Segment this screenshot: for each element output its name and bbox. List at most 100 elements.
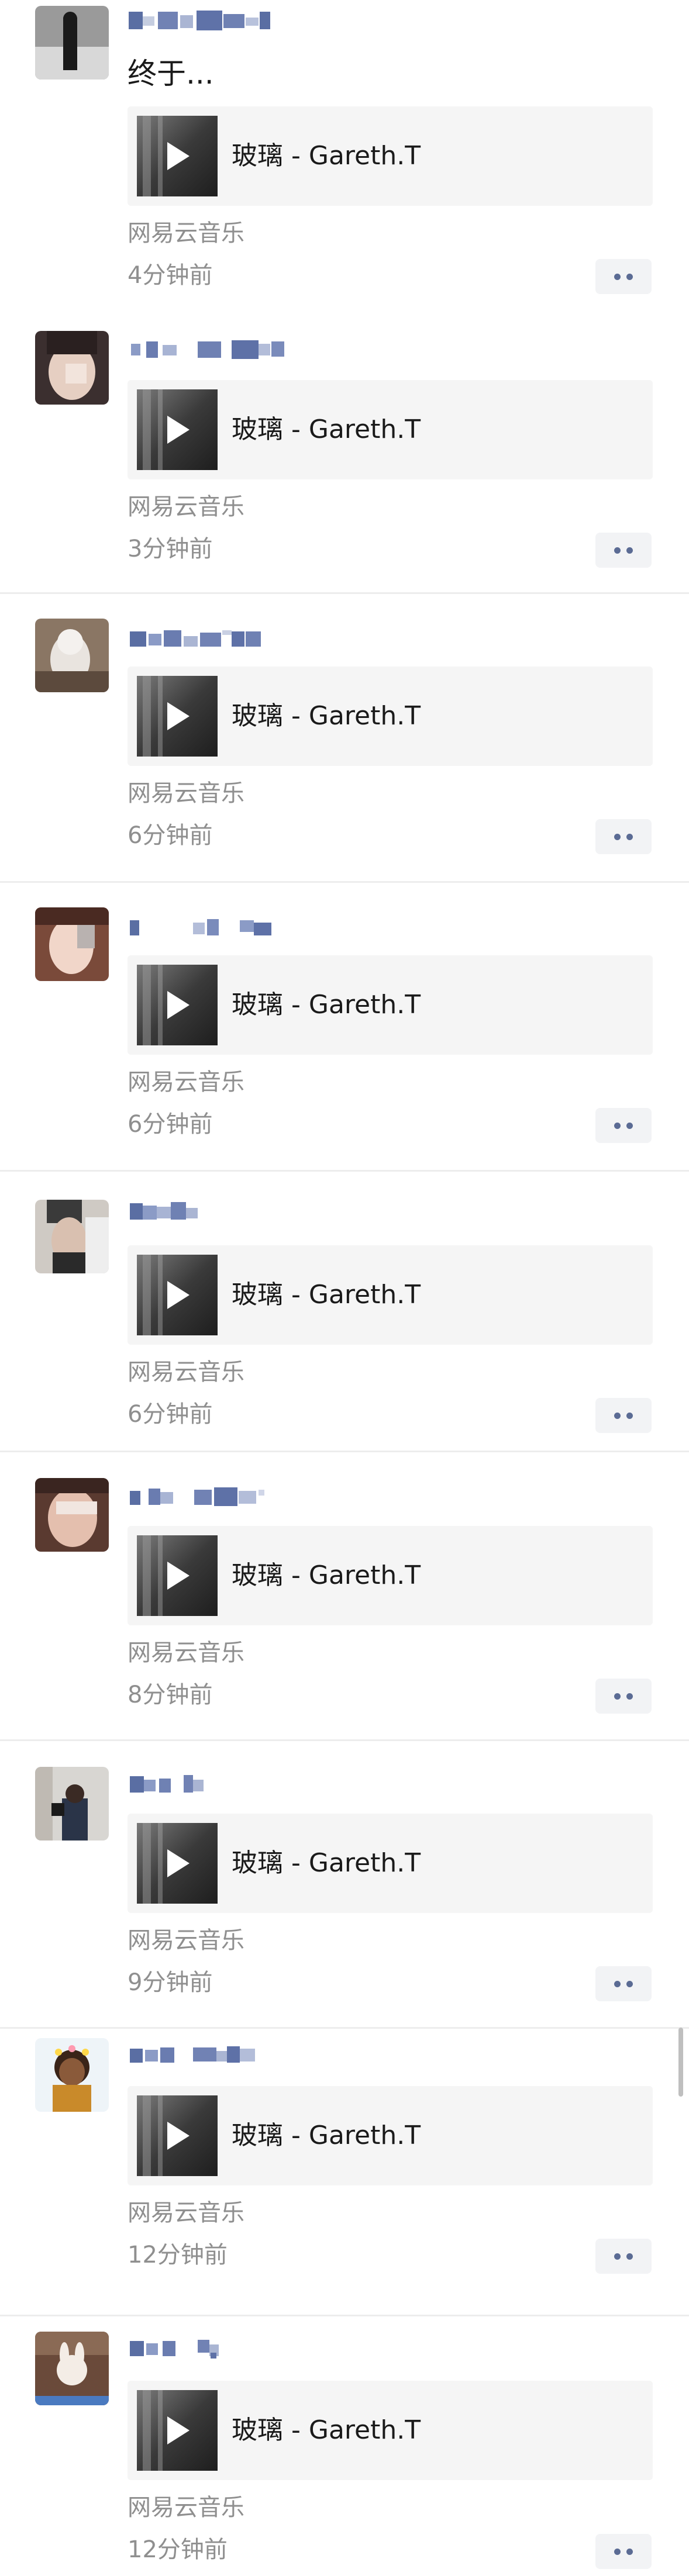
more-options-icon [626,2253,633,2260]
more-options-icon [626,1693,633,1700]
song-title: 玻璃 - Gareth.T [232,1280,421,1310]
timestamp: 6分钟前 [128,1111,213,1138]
play-icon[interactable] [167,416,190,444]
more-options-icon [626,2549,633,2555]
timestamp: 6分钟前 [128,822,213,849]
moment-post: 玻璃 - Gareth.T 网易云音乐 9分钟前 [0,1741,689,2029]
music-card[interactable]: 玻璃 - Gareth.T [128,106,653,206]
timestamp: 12分钟前 [128,2242,228,2268]
song-title: 玻璃 - Gareth.T [232,2415,421,2445]
more-options-icon [614,2253,621,2260]
more-options-icon [614,2549,621,2555]
more-options-button[interactable] [595,1679,652,1714]
more-options-button[interactable] [595,2534,652,2569]
timestamp: 9分钟前 [128,1969,213,1996]
username-blurred[interactable] [129,8,304,34]
avatar[interactable] [35,1200,109,1273]
avatar[interactable] [35,1478,109,1552]
album-cover [137,676,218,757]
avatar[interactable] [35,6,109,80]
more-options-button[interactable] [595,1398,652,1433]
post-text: 终于... [128,57,214,91]
music-card[interactable]: 玻璃 - Gareth.T [128,2381,653,2480]
username-blurred[interactable] [129,626,304,651]
more-options-icon [626,1413,633,1419]
avatar[interactable] [35,2038,109,2112]
source-label[interactable]: 网易云音乐 [128,1638,244,1667]
source-label[interactable]: 网易云音乐 [128,2493,244,2522]
timestamp: 4分钟前 [128,262,213,289]
play-icon[interactable] [167,1849,190,1877]
song-title: 玻璃 - Gareth.T [232,990,421,1020]
avatar[interactable] [35,1767,109,1841]
music-card[interactable]: 玻璃 - Gareth.T [128,955,653,1055]
music-card[interactable]: 玻璃 - Gareth.T [128,667,653,766]
music-card[interactable]: 玻璃 - Gareth.T [128,1814,653,1913]
song-title: 玻璃 - Gareth.T [232,415,421,444]
avatar[interactable] [35,331,109,405]
play-icon[interactable] [167,991,190,1019]
scrollbar[interactable] [678,2028,683,2097]
album-cover [137,116,218,196]
more-options-icon [626,274,633,280]
username-blurred[interactable] [129,1199,304,1224]
more-options-icon [614,547,621,554]
album-cover [137,2095,218,2176]
more-options-button[interactable] [595,819,652,854]
more-options-icon [626,1981,633,1987]
music-card[interactable]: 玻璃 - Gareth.T [128,1526,653,1625]
play-icon[interactable] [167,142,190,170]
moment-post: 终于... 玻璃 - Gareth.T 网易云音乐 4分钟前 [0,0,689,304]
play-icon[interactable] [167,702,190,730]
song-title: 玻璃 - Gareth.T [232,1560,421,1590]
moment-post: 玻璃 - Gareth.T 网易云音乐 12分钟前 [0,2029,689,2316]
avatar[interactable] [35,619,109,692]
more-options-button[interactable] [595,259,652,294]
more-options-button[interactable] [595,533,652,568]
more-options-button[interactable] [595,1108,652,1143]
more-options-icon [614,1981,621,1987]
play-icon[interactable] [167,1281,190,1309]
username-blurred[interactable] [129,2335,304,2361]
album-cover [137,2390,218,2471]
more-options-icon [614,274,621,280]
more-options-icon [626,547,633,554]
username-blurred[interactable] [129,914,304,940]
play-icon[interactable] [167,2122,190,2150]
music-card[interactable]: 玻璃 - Gareth.T [128,1245,653,1345]
album-cover [137,965,218,1045]
more-options-icon [626,1123,633,1129]
play-icon[interactable] [167,2416,190,2444]
more-options-icon [614,834,621,840]
source-label[interactable]: 网易云音乐 [128,1926,244,1955]
moment-post: 玻璃 - Gareth.T 网易云音乐 8分钟前 [0,1452,689,1741]
more-options-button[interactable] [595,2239,652,2274]
avatar[interactable] [35,2332,109,2405]
username-blurred[interactable] [129,337,304,362]
album-cover [137,1255,218,1335]
moment-post: 玻璃 - Gareth.T 网易云音乐 6分钟前 [0,594,689,883]
timestamp: 3分钟前 [128,536,213,562]
username-blurred[interactable] [129,1772,304,1797]
song-title: 玻璃 - Gareth.T [232,1848,421,1878]
source-label[interactable]: 网易云音乐 [128,1358,244,1387]
username-blurred[interactable] [129,2042,304,2067]
source-label[interactable]: 网易云音乐 [128,2198,244,2228]
play-icon[interactable] [167,1562,190,1590]
more-options-icon [614,1693,621,1700]
moment-post: 玻璃 - Gareth.T 网易云音乐 3分钟前 [0,304,689,594]
source-label[interactable]: 网易云音乐 [128,219,244,248]
song-title: 玻璃 - Gareth.T [232,2121,421,2150]
music-card[interactable]: 玻璃 - Gareth.T [128,2086,653,2185]
more-options-icon [614,1123,621,1129]
music-card[interactable]: 玻璃 - Gareth.T [128,380,653,479]
more-options-icon [626,834,633,840]
source-label[interactable]: 网易云音乐 [128,779,244,808]
song-title: 玻璃 - Gareth.T [232,141,421,171]
source-label[interactable]: 网易云音乐 [128,492,244,522]
more-options-button[interactable] [595,1966,652,2001]
username-blurred[interactable] [129,1484,304,1510]
avatar[interactable] [35,907,109,981]
moment-post: 玻璃 - Gareth.T 网易云音乐 6分钟前 [0,883,689,1172]
source-label[interactable]: 网易云音乐 [128,1068,244,1097]
